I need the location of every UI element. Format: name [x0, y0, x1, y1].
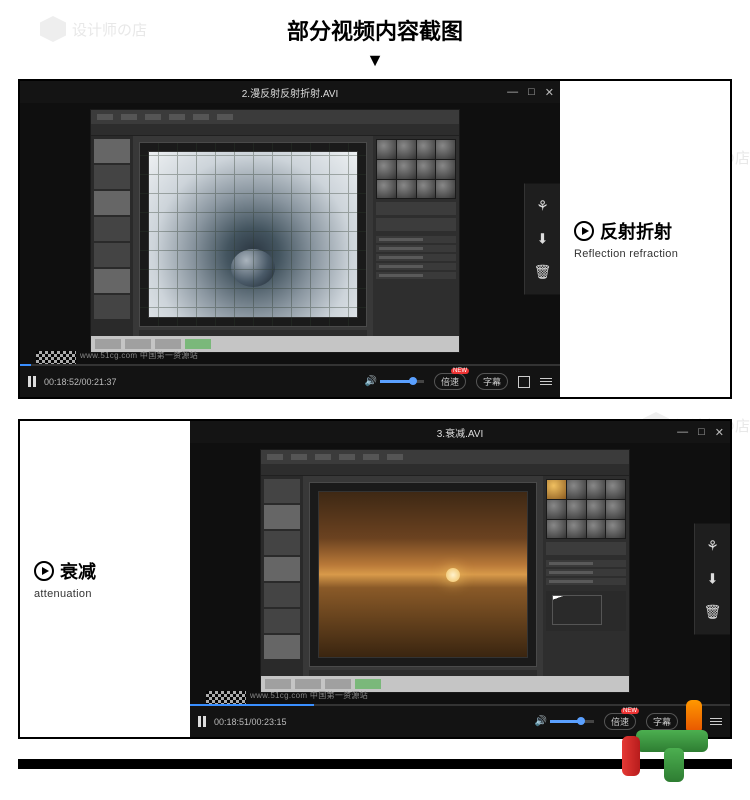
page-title: 部分视频内容截图: [0, 0, 750, 50]
section-label: 衰减 attenuation: [20, 421, 190, 737]
falloff-curve[interactable]: [546, 591, 626, 631]
video-section-1: 2.漫反射反射折射.AVI — □ ✕: [18, 79, 732, 399]
volume-control[interactable]: 🔊: [535, 716, 594, 727]
credit-text: www.51cg.com 中国第一资源站: [80, 350, 198, 361]
app-window: [260, 449, 630, 693]
close-button[interactable]: ✕: [715, 426, 724, 439]
player-controls: 00:18:52/00:21:37 🔊 倍速NEW 字幕: [20, 365, 560, 397]
section-label: 反射折射 Reflection refraction: [560, 81, 730, 397]
window-titlebar: 3.衰减.AVI — □ ✕: [190, 421, 730, 443]
download-icon[interactable]: ⬇: [707, 571, 719, 588]
viewport[interactable]: [309, 482, 537, 667]
play-circle-icon: [574, 221, 594, 241]
material-swatches[interactable]: [376, 139, 456, 199]
thumbnail-strip[interactable]: [261, 476, 303, 692]
volume-icon[interactable]: 🔊: [365, 376, 377, 387]
share-icon[interactable]: ⚘: [706, 538, 719, 555]
video-player: 3.衰减.AVI — □ ✕: [190, 421, 730, 737]
pipe-decoration: [630, 700, 720, 790]
share-icon[interactable]: ⚘: [536, 198, 549, 215]
side-dock: ⚘ ⬇ 🗑: [694, 524, 730, 635]
play-circle-icon: [34, 561, 54, 581]
subtitle-button[interactable]: 字幕: [476, 373, 508, 390]
maximize-button[interactable]: □: [698, 426, 705, 439]
material-panel[interactable]: [543, 476, 629, 692]
window-title: 3.衰减.AVI: [437, 425, 484, 440]
volume-icon[interactable]: 🔊: [535, 716, 547, 727]
render-sun: [446, 568, 460, 582]
app-toolbar[interactable]: [261, 464, 629, 476]
volume-control[interactable]: 🔊: [365, 376, 424, 387]
playlist-icon[interactable]: [540, 378, 552, 386]
material-panel[interactable]: [373, 136, 459, 352]
minimize-button[interactable]: —: [677, 426, 688, 439]
app-window: [90, 109, 460, 353]
close-button[interactable]: ✕: [545, 86, 554, 99]
delete-icon[interactable]: 🗑: [704, 604, 722, 621]
progress-bar[interactable]: [20, 364, 560, 366]
fullscreen-icon[interactable]: [518, 376, 530, 388]
window-titlebar: 2.漫反射反射折射.AVI — □ ✕: [20, 81, 560, 103]
pause-button[interactable]: [198, 716, 206, 727]
side-dock: ⚘ ⬇ 🗑: [524, 184, 560, 295]
credit-text: www.51cg.com 中国第一资源站: [250, 690, 368, 701]
download-icon[interactable]: ⬇: [537, 231, 549, 248]
maximize-button[interactable]: □: [528, 86, 535, 99]
video-section-2: 3.衰减.AVI — □ ✕: [18, 419, 732, 739]
time-display: 00:18:52/00:21:37: [44, 377, 117, 387]
thumbnail-strip[interactable]: [91, 136, 133, 352]
delete-icon[interactable]: 🗑: [534, 264, 552, 281]
speed-button[interactable]: 倍速NEW: [434, 373, 466, 390]
material-swatches[interactable]: [546, 479, 626, 539]
time-display: 00:18:51/00:23:15: [214, 717, 287, 727]
viewport[interactable]: [139, 142, 367, 327]
pause-button[interactable]: [28, 376, 36, 387]
video-player: 2.漫反射反射折射.AVI — □ ✕: [20, 81, 560, 397]
app-menubar[interactable]: [261, 450, 629, 464]
app-menubar[interactable]: [91, 110, 459, 124]
app-toolbar[interactable]: [91, 124, 459, 136]
arrow-down-icon: ▼: [0, 50, 750, 79]
minimize-button[interactable]: —: [507, 86, 518, 99]
window-title: 2.漫反射反射折射.AVI: [242, 85, 339, 100]
